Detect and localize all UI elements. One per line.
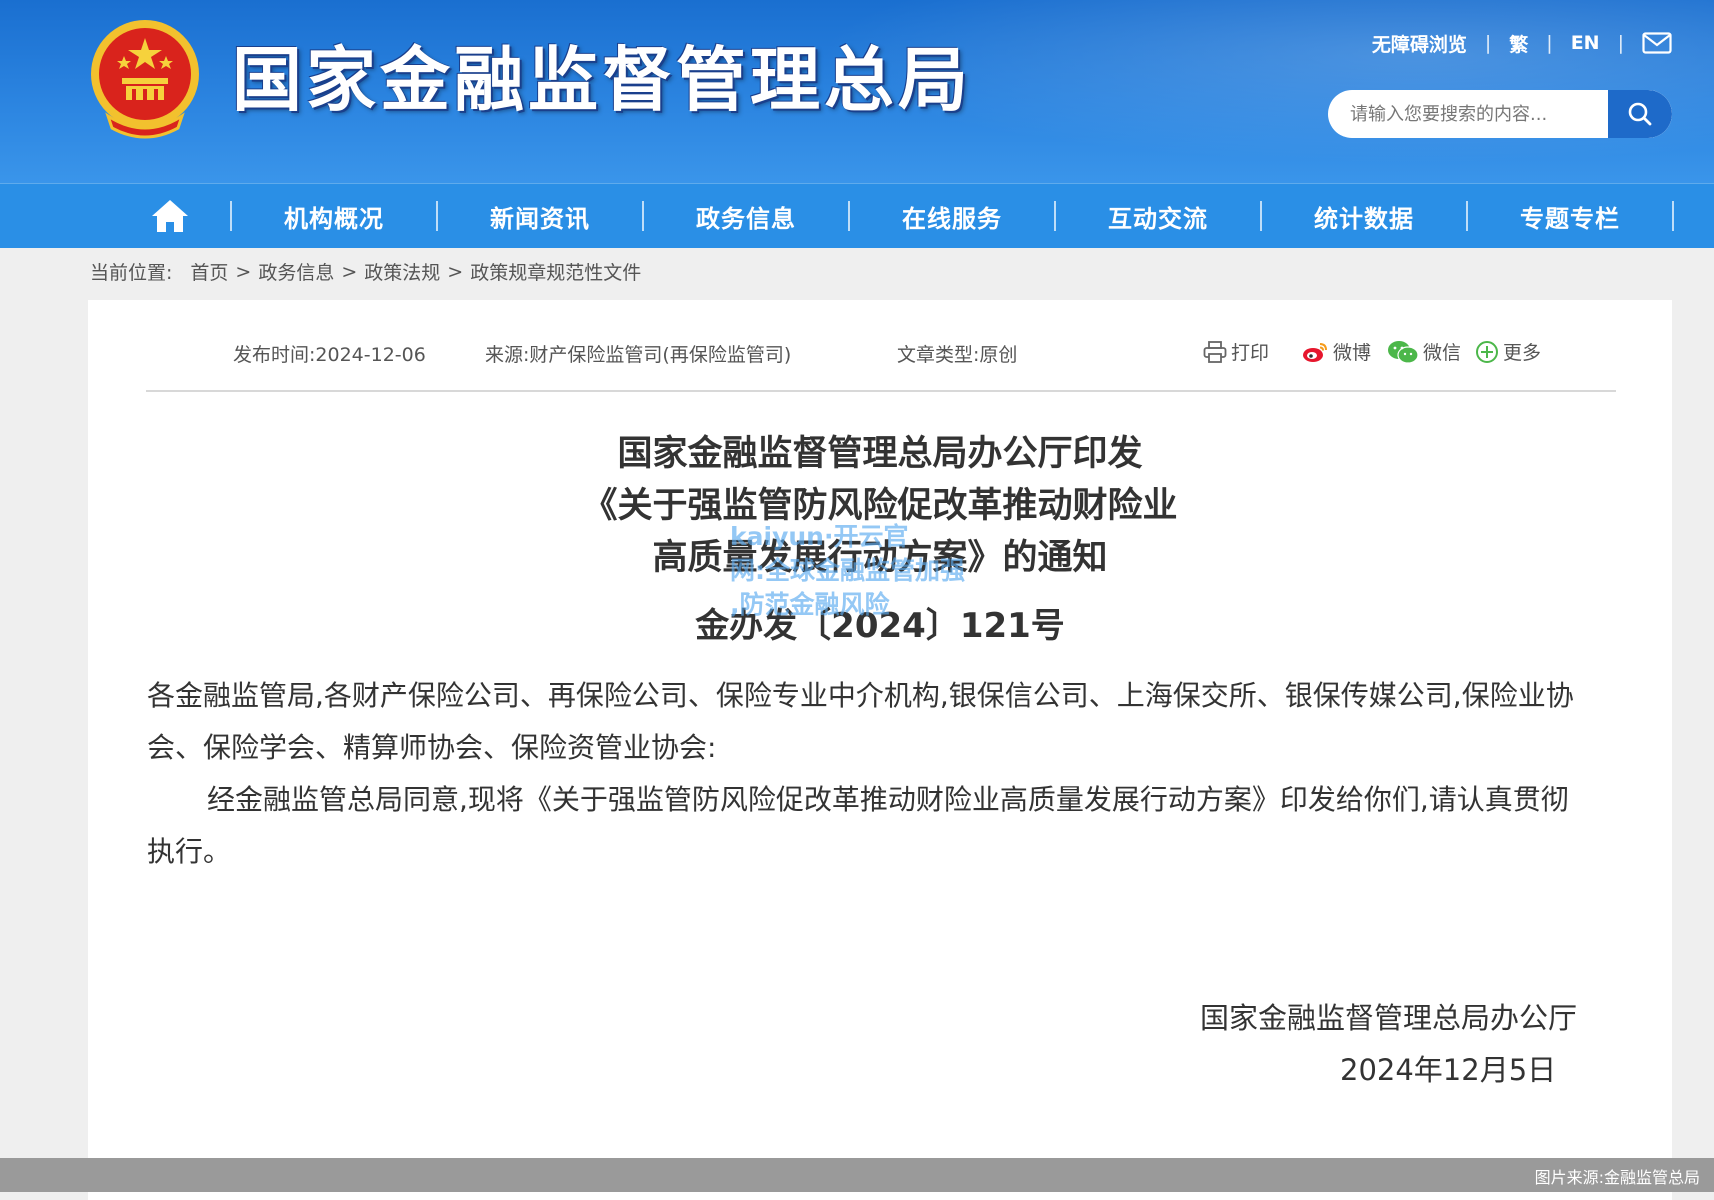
watermark-overlay: kaiyun·开云官 网:全球金融监管加强 ,防范金融风险 [730, 520, 1010, 622]
traditional-chinese-link[interactable]: 繁 [1509, 30, 1528, 57]
breadcrumb-current[interactable]: 政策规章规范性文件 [470, 258, 641, 285]
signature-block: 国家金融监督管理总局办公厅 2024年12月5日 [1200, 992, 1600, 1096]
wechat-label: 微信 [1423, 342, 1462, 364]
article-meta: 发布时间:2024-12-06 来源:财产保险监管司(再保险监管司) 文章类型:… [145, 328, 1615, 380]
watermark-line: kaiyun·开云官 [730, 522, 909, 551]
article-type: 文章类型:原创 [897, 344, 1018, 366]
weibo-label: 微博 [1333, 342, 1372, 364]
breadcrumb: 当前位置: 首页 > 政务信息 > 政策法规 > 政策规章规范性文件 [90, 258, 641, 285]
nav-item-special-topics[interactable]: 专题专栏 [1468, 184, 1672, 248]
search-icon [1628, 102, 1652, 126]
accessibility-link[interactable]: 无障碍浏览 [1372, 30, 1467, 57]
header-banner: 国家金融监督管理总局 无障碍浏览 | 繁 | EN | [0, 0, 1714, 183]
print-label: 打印 [1231, 342, 1270, 364]
national-emblem-icon[interactable] [88, 16, 202, 140]
article-source: 来源:财产保险监管司(再保险监管司) [485, 344, 792, 366]
image-credit: 图片来源:金融监管总局 [1534, 1168, 1700, 1187]
english-link[interactable]: EN [1571, 32, 1600, 54]
site-title[interactable]: 国家金融监督管理总局 [232, 36, 972, 124]
separator: | [1484, 32, 1492, 54]
breadcrumb-separator: > [341, 260, 358, 283]
weibo-share-button[interactable]: 微博 [1301, 338, 1371, 365]
watermark-line: ,防范金融风险 [730, 590, 890, 619]
sign-date: 2024年12月5日 [1340, 1053, 1557, 1087]
search-box [1328, 90, 1672, 138]
breadcrumb-policy[interactable]: 政策法规 [364, 258, 440, 285]
printer-icon [1203, 340, 1227, 363]
home-button[interactable] [110, 184, 230, 248]
print-button[interactable]: 打印 [1203, 338, 1269, 365]
more-label: 更多 [1503, 342, 1542, 364]
signatory: 国家金融监督管理总局办公厅 [1200, 1001, 1578, 1035]
separator: | [1617, 32, 1624, 54]
breadcrumb-separator: > [447, 260, 464, 283]
breadcrumb-government-info[interactable]: 政务信息 [258, 258, 334, 285]
wechat-share-button[interactable]: 微信 [1387, 338, 1461, 365]
search-input[interactable] [1328, 90, 1608, 138]
top-links: 无障碍浏览 | 繁 | EN | [1372, 26, 1672, 60]
body-paragraph: 经金融监管总局同意,现将《关于强监管防风险促改革推动财险业高质量发展行动方案》印… [147, 783, 1569, 868]
breadcrumb-home[interactable]: 首页 [190, 258, 228, 285]
title-line: 国家金融监督管理总局办公厅印发 [617, 434, 1143, 474]
weibo-icon [1303, 342, 1327, 362]
meta-divider [146, 390, 1616, 392]
image-caption-bar: 图片来源:金融监管总局 [0, 1158, 1714, 1192]
salutation: 各金融监管局,各财产保险公司、再保险公司、保险专业中介机构,银保信公司、上海保交… [147, 679, 1574, 764]
nav-item-government-info[interactable]: 政务信息 [644, 184, 848, 248]
nav-item-news[interactable]: 新闻资讯 [438, 184, 642, 248]
nav-item-about[interactable]: 机构概况 [232, 184, 436, 248]
main-nav: 机构概况 新闻资讯 政务信息 在线服务 互动交流 统计数据 专题专栏 [0, 183, 1714, 248]
nav-item-statistics[interactable]: 统计数据 [1262, 184, 1466, 248]
nav-item-online-service[interactable]: 在线服务 [850, 184, 1054, 248]
publish-time: 发布时间:2024-12-06 [233, 344, 426, 366]
separator: | [1546, 32, 1553, 54]
wechat-icon [1388, 340, 1419, 364]
more-share-button[interactable]: 更多 [1475, 338, 1541, 365]
breadcrumb-separator: > [235, 260, 252, 283]
nav-item-interaction[interactable]: 互动交流 [1056, 184, 1260, 248]
plus-circle-icon [1476, 340, 1498, 363]
home-icon [152, 200, 188, 232]
breadcrumb-lead: 当前位置: [90, 262, 173, 284]
document-body: 各金融监管局,各财产保险公司、再保险公司、保险专业中介机构,银保信公司、上海保交… [147, 670, 1587, 878]
nav-separator [1672, 201, 1674, 231]
search-button[interactable] [1608, 90, 1672, 138]
watermark-line: 网:全球金融监管加强 [730, 556, 965, 585]
mail-icon[interactable] [1642, 32, 1672, 54]
